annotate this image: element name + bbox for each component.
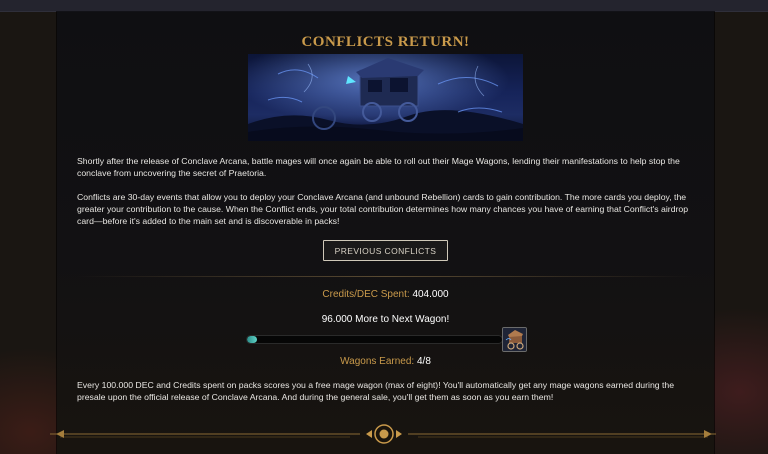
conflicts-panel: CONFLICTS RETURN! Shortly after the rele… [57,12,714,454]
description-paragraph: Conflicts are 30-day events that allow y… [77,192,689,226]
mage-wagon-banner-image [248,54,523,141]
wagons-earned-row: Wagons Earned: 4/8 [57,356,714,367]
section-divider [77,276,694,277]
page-title: CONFLICTS RETURN! [301,34,470,50]
mage-wagon-icon [502,327,527,352]
credits-spent-label: Credits/DEC Spent: [322,289,410,300]
top-bar [0,0,768,12]
wagon-progress-fill [247,336,258,343]
intro-paragraph: Shortly after the release of Conclave Ar… [77,156,680,178]
ornament-divider-icon [0,412,768,454]
credits-spent-row: Credits/DEC Spent: 404.000 [57,289,714,300]
next-wagon-text: 96.000 More to Next Wagon! [321,314,450,325]
wagons-earned-label: Wagons Earned: [340,356,415,367]
credits-spent-value: 404.000 [412,289,449,300]
footer-note-paragraph: Every 100.000 DEC and Credits spent on p… [77,380,675,402]
wagon-progress-bar [246,335,503,344]
wagons-earned-value: 4/8 [417,356,431,367]
previous-conflicts-button[interactable]: PREVIOUS CONFLICTS [323,240,448,261]
